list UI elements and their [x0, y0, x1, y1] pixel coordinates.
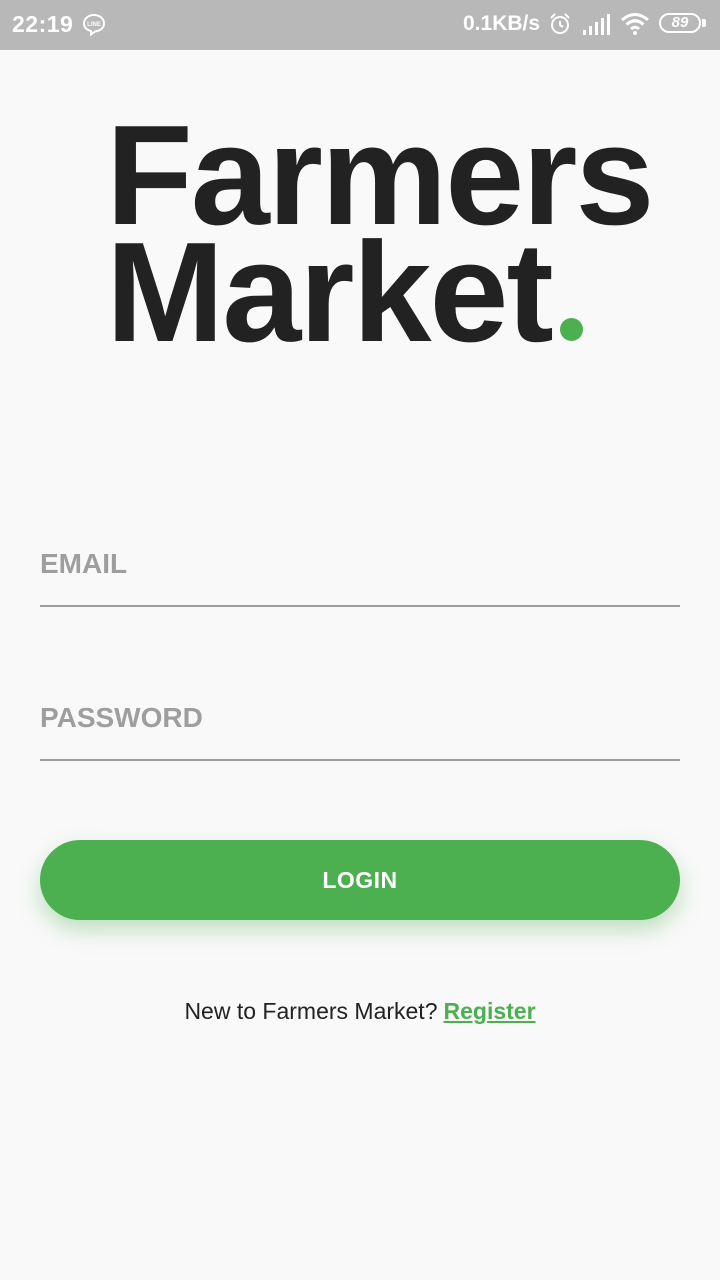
- email-field-container: [40, 524, 680, 608]
- password-field-container: [40, 678, 680, 762]
- logo-dot: [559, 318, 583, 341]
- line-app-icon: LINE: [82, 13, 106, 37]
- logo-line-2: Market: [106, 222, 666, 364]
- svg-text:LINE: LINE: [87, 22, 101, 28]
- wifi-icon: [620, 12, 650, 36]
- login-button[interactable]: LOGIN: [40, 840, 680, 920]
- password-underline: [40, 759, 680, 761]
- app-logo: Farmers Market: [106, 105, 666, 367]
- email-underline: [40, 605, 680, 607]
- register-link[interactable]: Register: [444, 998, 536, 1024]
- alarm-icon: [548, 12, 572, 36]
- register-row: New to Farmers Market? Register: [0, 998, 720, 1025]
- battery-level: 89: [671, 14, 689, 31]
- status-bar: 22:19 LINE 0.1KB/s 89: [0, 0, 720, 50]
- password-field[interactable]: [40, 678, 680, 758]
- signal-icon: [582, 14, 610, 36]
- email-field[interactable]: [40, 524, 680, 604]
- logo-line-2-text: Market: [106, 213, 554, 372]
- network-speed: 0.1KB/s: [463, 12, 541, 35]
- register-prompt: New to Farmers Market?: [184, 998, 438, 1024]
- battery-icon: 89: [659, 13, 707, 35]
- status-time: 22:19: [12, 11, 74, 37]
